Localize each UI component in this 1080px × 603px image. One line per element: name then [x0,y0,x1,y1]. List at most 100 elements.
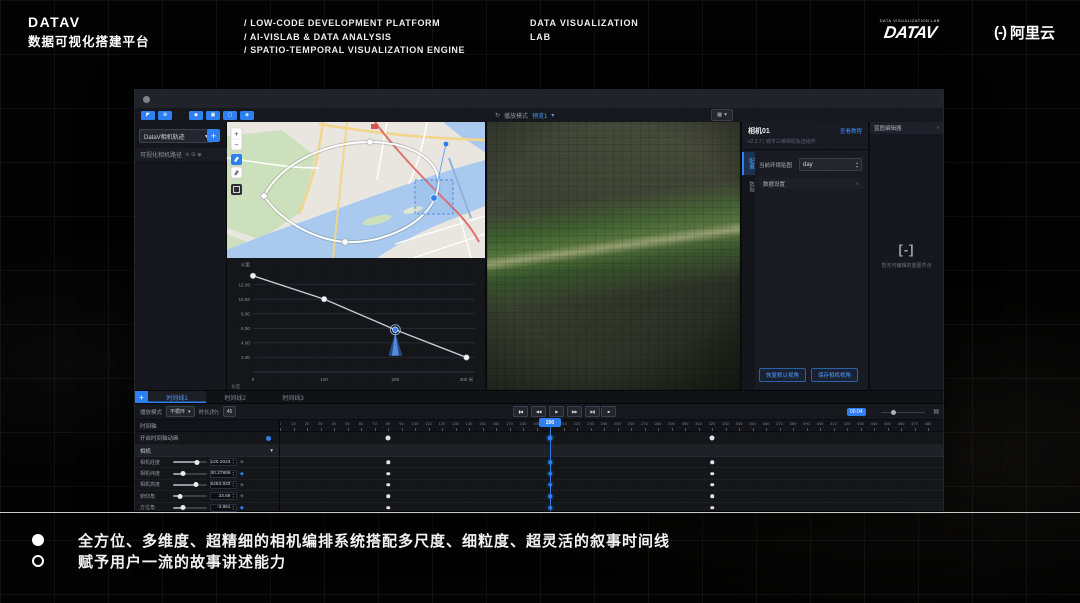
step-forward-icon[interactable]: ▶▶ [567,406,582,417]
track-value-input[interactable]: 30.27886 ▴ ▾ [210,469,237,478]
animation-toggle[interactable] [266,435,271,441]
timeline-tab-1[interactable]: 时间线1 [148,391,206,403]
selected-camera-point[interactable] [430,194,438,202]
camera-keyframe-point[interactable] [341,238,349,246]
slider-knob[interactable] [193,482,199,488]
keyframe-dot[interactable] [709,435,715,441]
tab-config[interactable]: 配置 [742,152,755,175]
keyframe-dot[interactable] [710,506,714,510]
camera-keyframe-point[interactable] [366,138,374,146]
view-options-button[interactable]: ▦ ▾ [711,109,733,121]
play-mode-indicator[interactable]: ↻ 播放模式 预览1 ▾ [495,111,554,120]
hand-icon[interactable]: ⊕ [158,110,172,120]
help-link[interactable]: 查看教程 [840,127,862,135]
keyframe-dot[interactable] [386,460,390,464]
keyframe-lane[interactable] [280,445,943,456]
track-value-input[interactable]: 33.69 ▴ ▾ [210,492,237,501]
keyframe-lane[interactable] [280,480,943,490]
slider-knob[interactable] [177,493,183,499]
track-slider[interactable] [173,505,207,511]
cursor-icon[interactable]: ◤ [141,110,155,120]
track-value-input[interactable]: 5483.933 ▴ ▾ [210,480,237,489]
save-view-button[interactable]: 保存相机视角 [811,368,859,382]
draw-tool-button[interactable] [231,154,242,165]
slider-knob[interactable] [180,505,186,511]
stepper-icon[interactable]: ▴ ▾ [232,493,234,499]
tab-data[interactable]: 数据 [742,175,755,198]
add-timeline-button[interactable]: + [135,391,148,403]
keyframe-lane[interactable] [280,432,943,444]
track-slider[interactable] [173,493,207,499]
window-dot-icon[interactable] [143,95,150,103]
play-mode-select[interactable]: 不循环 ▾ [166,406,195,417]
zoom-in-button[interactable]: + [234,130,239,139]
chevron-right-icon[interactable]: › [937,125,939,131]
track-slider[interactable] [173,459,207,465]
track-value-input[interactable]: -3.851 ▴ ▾ [210,503,237,512]
keyframe-icon[interactable]: ◆ [189,110,203,120]
camera-handle-point[interactable] [443,141,449,147]
track-slider[interactable] [173,471,207,477]
keyframe-lane[interactable] [280,468,943,478]
keyframe-dot[interactable] [710,471,714,476]
skip-end-icon[interactable]: ▶▮ [585,406,600,417]
track-slider[interactable] [173,482,207,488]
keyframe-dot[interactable] [386,471,390,476]
zoom-out-button[interactable]: − [234,141,239,150]
slider-knob[interactable] [194,459,200,465]
stepper-icon[interactable]: ▴ ▾ [856,160,858,169]
timeline-zoom-slider[interactable] [881,409,925,415]
scene-3d-view[interactable] [487,122,740,390]
keyframe-dot[interactable] [710,460,714,464]
keyframe-dot[interactable] [386,506,390,510]
add-track-button[interactable]: + [207,129,220,142]
map-zoom-control[interactable]: + − [230,127,243,151]
keyframe-diamond-icon[interactable]: ◆ [240,471,244,477]
camera-track-dropdown[interactable]: DataV相机轨迹 ▾ [139,129,213,143]
copy-icon[interactable]: ⊞ [191,152,195,158]
map-view[interactable]: + − [227,122,485,258]
keyframe-diamond-icon[interactable]: ◆ [240,482,244,488]
keyframe-dot[interactable] [710,483,714,487]
track-value-input[interactable]: 120.2023 ▴ ▾ [210,458,237,467]
keyframe-diamond-icon[interactable]: ◆ [240,459,244,465]
pen-tool-button[interactable] [230,166,243,179]
camera-keyframe-point[interactable] [260,192,268,200]
slider-knob[interactable] [180,471,186,477]
stepper-icon[interactable]: ▴ ▾ [232,504,234,511]
keyframe-dot[interactable] [386,494,390,499]
camera-group-row[interactable]: 相机 ▾ [135,445,943,457]
data-settings-section[interactable]: 数据设置 › [759,178,862,189]
frame-tool-button[interactable] [231,184,242,195]
keyframe-dot[interactable] [386,483,390,487]
keyframe-lane[interactable] [280,457,943,467]
keyframe-diamond-icon[interactable]: ◆ [240,505,244,511]
stepper-icon[interactable]: ▴ ▾ [232,481,234,488]
timeline-ruler[interactable]: 0 10 20 30 40 50 60 70 80 90 100 110 120 130 140 150 160… [280,420,943,431]
timeline-tab-2[interactable]: 时间线2 [206,391,264,403]
reset-view-button[interactable]: 恢复默认视角 [759,368,807,382]
camera-icon[interactable]: ▣ [206,110,220,120]
playhead-badge[interactable]: 200 [539,418,561,427]
playhead[interactable]: 200 [539,418,561,511]
frame-icon[interactable]: ▢ [223,110,237,120]
visibility-icon[interactable]: ◉ [197,152,201,158]
keyframe-dot[interactable] [710,494,714,499]
stepper-icon[interactable]: ▴ ▾ [232,459,234,465]
fit-view-icon[interactable]: ▤ [933,408,939,415]
path-icon[interactable]: ◈ [240,110,254,120]
timeline-tab-3[interactable]: 时间线3 [264,391,322,403]
curve-editor[interactable]: 2.00 4.00 6.00 8.00 10.00 12.00 公里 0 100 200 300 米… [227,258,485,390]
move-icon[interactable]: ⊕ [185,152,189,158]
keyframe-lane[interactable] [280,491,943,501]
stepper-icon[interactable]: ▴ ▾ [232,470,234,477]
duration-input[interactable]: 45 [222,406,237,417]
play-icon[interactable]: ▶ [549,406,564,417]
stop-icon[interactable]: ■ [601,406,616,417]
keyframe-dot[interactable] [385,435,391,441]
keyframe-diamond-icon[interactable]: ◆ [240,493,244,499]
skip-start-icon[interactable]: ▮◀ [513,406,528,417]
env-map-select[interactable]: day ▴ ▾ [799,158,862,171]
step-back-icon[interactable]: ◀◀ [531,406,546,417]
layer-list-item[interactable]: 可视化相机路径 ⊕ ⊞ ◉ [135,148,231,161]
